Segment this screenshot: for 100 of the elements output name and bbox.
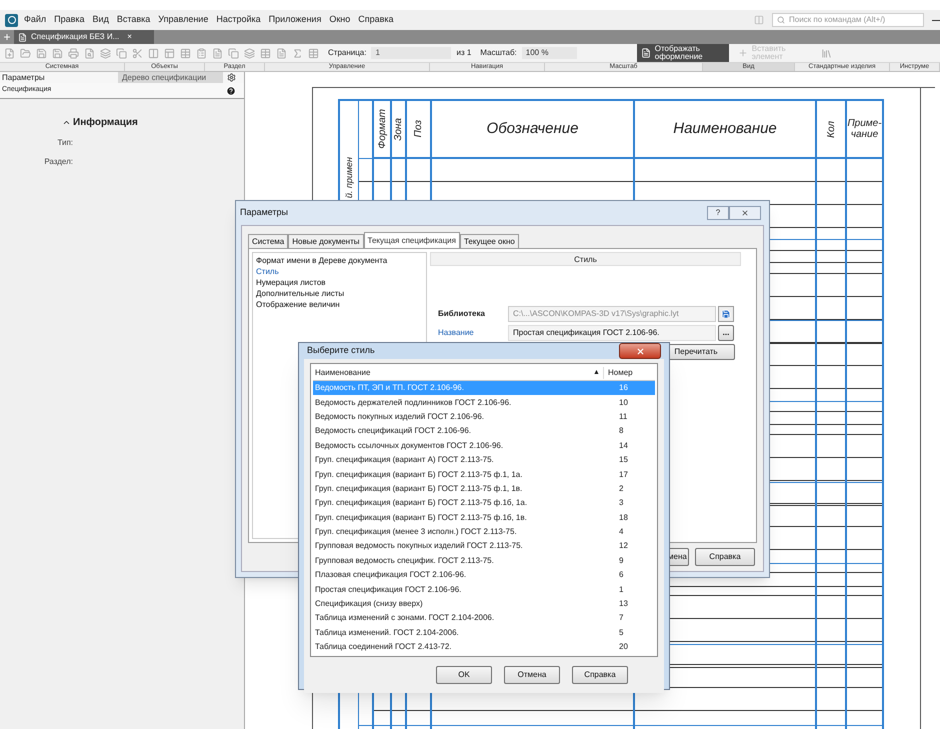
tab[interactable]: Новые документы [288,234,364,248]
toolbar-icon[interactable] [84,48,95,58]
style-name: Групповая ведомость специфик. ГОСТ 2.113-75. [314,554,495,567]
ok-button[interactable]: OK [436,666,492,684]
style-name: Спецификация (снизу вверх) [314,598,424,610]
close-button[interactable] [619,343,661,359]
menu-item[interactable]: Файл [24,13,46,27]
dialog-title: Выберите стиль [307,344,376,358]
style-number: 1 [618,584,624,596]
collapse-icon[interactable] [62,118,71,127]
name-field[interactable]: Простая спецификация ГОСТ 2.106-96. [508,325,716,341]
style-row[interactable]: Ведомость ссылочных документов ГОСТ 2.106-96. 14 [313,438,655,453]
toolbar-icon[interactable] [212,48,223,58]
settings-tree-item[interactable]: Нумерация листов [256,277,426,288]
style-number: 5 [618,626,624,639]
toolbar-icon[interactable] [100,48,111,58]
browse-button[interactable]: ... [718,325,734,341]
toolbar-icon[interactable] [292,48,303,58]
style-row[interactable]: Груп. спецификация (вариант Б) ГОСТ 2.113-75 ф.1б, 1в. 18 [313,510,655,525]
style-row[interactable]: Ведомость покупных изделий ГОСТ 2.106-96. 11 [313,410,655,424]
help-button[interactable]: ? [707,206,729,220]
tab[interactable]: Система [248,234,288,248]
section-header: Стиль [430,252,741,266]
scale-field[interactable]: 100 % [522,47,577,59]
help-icon[interactable] [226,86,236,96]
style-row[interactable]: Груп. спецификация (вариант Б) ГОСТ 2.113-75 ф.1, 1в. 2 [313,482,655,496]
menu-item[interactable]: Вид [92,13,109,27]
style-row[interactable]: Груп. спецификация (вариант Б) ГОСТ 2.113-75 ф.1, 1а. 17 [313,467,655,482]
style-number: 3 [618,497,624,510]
toolbar-icon[interactable] [276,48,287,58]
menu-item[interactable]: Окно [329,13,350,27]
search-icon [777,16,785,24]
style-row[interactable]: Таблица соединений ГОСТ 2.413-72. 20 [313,640,655,654]
style-row[interactable]: Груп. спецификация (вариант А) ГОСТ 2.113-75. 15 [313,452,655,468]
column-header[interactable]: Наименование [313,367,593,379]
side-label: й. примен [344,157,354,198]
toolbar-icon[interactable] [196,48,207,58]
settings-tree-item[interactable]: Стиль [256,266,426,277]
layout-icon[interactable] [754,15,764,25]
toolbar-icon[interactable] [308,48,319,58]
settings-tree-item[interactable]: Формат имени в Дереве документа [256,255,426,266]
browse-button[interactable] [718,306,734,322]
settings-tree-item[interactable]: Дополнительные листы [256,288,426,299]
panel-title: Параметры [1,72,46,84]
menu-item[interactable]: Справка [358,13,394,27]
page-field[interactable]: 1 [371,47,452,59]
help-button[interactable]: Справка [695,548,755,566]
toolbar-icon[interactable] [180,48,191,58]
help-button[interactable]: Справка [572,666,628,684]
toolbar-icon[interactable] [20,48,31,58]
style-name: Ведомость ссылочных документов ГОСТ 2.106-96. [314,440,504,452]
section-title[interactable]: Информация [73,115,138,130]
close-tab-button[interactable]: × [127,31,132,43]
toolbar-icon[interactable] [4,48,15,58]
style-name: Таблица соединений ГОСТ 2.413-72. [314,641,453,654]
toolbar-icon[interactable] [244,48,255,58]
menu-item[interactable]: Приложения [268,13,322,27]
style-row[interactable]: Групповая ведомость специфик. ГОСТ 2.113-75. 9 [313,554,655,568]
style-row[interactable]: Спецификация (снизу вверх) 13 [313,596,655,612]
menu-item[interactable]: Вставка [116,13,150,27]
style-name: Групповая ведомость покупных изделий ГОСТ 2.113-75. [314,540,524,552]
menu-item[interactable]: Управление [158,13,208,27]
tree-tab[interactable]: Дерево спецификации [118,72,223,83]
toolbar-icon[interactable] [36,48,47,58]
toolbar-icon[interactable] [52,48,63,58]
tab[interactable]: Текущее окно [460,234,519,248]
toolbar-icon[interactable] [68,48,79,58]
toolbar-icon[interactable] [148,48,159,58]
style-number: 20 [618,641,629,654]
show-design-button[interactable]: Отображать оформление [636,44,729,62]
toolbar-icon[interactable] [260,48,271,58]
document-tab[interactable]: Спецификация БЕЗ И... × [14,30,154,44]
page-label: Страница: [328,47,366,59]
settings-icon[interactable] [227,73,236,82]
toolbar-icon[interactable] [228,48,239,58]
style-row[interactable]: Групповая ведомость покупных изделий ГОСТ 2.113-75. 12 [313,539,655,554]
field-label: Название [438,327,475,339]
style-row[interactable]: Таблица изменений с зонами. ГОСТ 2.104-2006. 7 [313,611,655,626]
menu-item[interactable]: Настройка [216,13,261,27]
style-row[interactable]: Таблица изменений. ГОСТ 2.104-2006. 5 [313,626,655,640]
toolbar-icon[interactable] [820,48,832,58]
style-row[interactable]: Простая спецификация ГОСТ 2.106-96. 1 [313,582,655,597]
tab[interactable]: Текущая спецификация [364,232,460,248]
style-row[interactable]: Ведомость держателей подлинников ГОСТ 2.106-96. 10 [313,395,655,410]
style-number: 12 [618,540,629,552]
settings-tree-item[interactable]: Отображение величин [256,299,426,310]
style-row[interactable]: Плазовая спецификация ГОСТ 2.106-96. 6 [313,568,655,582]
style-number: 14 [618,440,629,452]
toolbar-icon[interactable] [164,48,175,58]
toolbar-icon[interactable] [116,48,127,58]
toolbar-icon[interactable] [132,48,143,58]
style-row[interactable]: Груп. спецификация (вариант Б) ГОСТ 2.113-75 ф.1б, 1а. 3 [313,496,655,511]
menu-item[interactable]: Правка [54,13,85,27]
column-header: Обозначение [486,122,578,136]
column-header[interactable]: Номер [603,367,655,379]
cancel-button[interactable]: Отмена [504,666,560,684]
style-row[interactable]: Ведомость спецификаций ГОСТ 2.106-96. 8 [313,424,655,439]
app-logo-icon[interactable] [5,14,18,26]
style-row[interactable]: Груп. спецификация (менее 3 исполн.) ГОСТ 2.113-75. 4 [313,524,655,540]
floppy-icon [721,309,731,319]
